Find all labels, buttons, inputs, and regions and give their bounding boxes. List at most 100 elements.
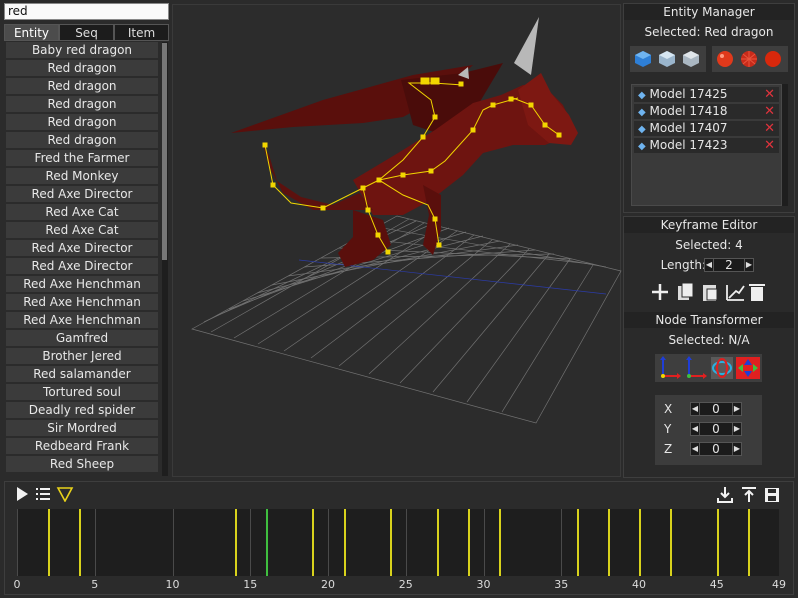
x-value[interactable]: 0 [700,402,732,416]
curve-graph-icon[interactable] [726,285,745,301]
entity-list-item[interactable]: Red Axe Director [6,258,158,274]
timeline-keyframe[interactable] [48,509,51,576]
model-list-scrollbar[interactable] [782,84,788,206]
cube-shaded-icon[interactable] [658,50,676,68]
timeline-keyframe[interactable] [79,509,82,576]
dragon-model[interactable] [231,17,578,267]
y-decrement-button[interactable]: ◀ [690,422,700,436]
entity-list-item[interactable]: Red dragon [6,114,158,130]
entity-list-item[interactable]: Red Axe Henchman [6,294,158,310]
remove-model-icon[interactable]: ✕ [764,87,775,102]
remove-model-icon[interactable]: ✕ [764,121,775,136]
entity-list-item[interactable]: Red dragon [6,132,158,148]
model-row[interactable]: ◆ Model 17423 ✕ [634,138,779,153]
model-row[interactable]: ◆ Model 17425 ✕ [634,87,779,102]
timeline-keyframe[interactable] [234,509,237,576]
entity-list: Baby red dragon Red dragon Red dragon Red d… [4,42,162,476]
import-icon[interactable] [717,487,733,503]
tab-item[interactable]: Item [114,24,169,41]
timeline-keyframe[interactable] [670,509,673,576]
entity-list-item[interactable]: Red dragon [6,60,158,76]
cube-wire-icon[interactable] [682,50,700,68]
timeline-keyframe[interactable] [312,509,315,576]
timeline-tick-label: 15 [243,578,258,591]
z-value[interactable]: 0 [700,442,732,456]
z-increment-button[interactable]: ▶ [732,442,742,456]
play-icon[interactable] [17,487,28,501]
timeline-keyframe[interactable] [265,509,268,576]
entity-list-item[interactable]: Sir Mordred [6,420,158,436]
list-icon[interactable] [36,488,50,500]
sphere-flat-icon[interactable] [764,50,782,68]
filter-icon[interactable] [56,487,74,502]
timeline-keyframe[interactable] [436,509,439,576]
save-icon[interactable] [765,488,779,502]
entity-list-item[interactable]: Baby red dragon [6,42,158,58]
entity-list-item[interactable]: Red Sheep [6,456,158,472]
rotate-gizmo-icon[interactable] [711,357,733,379]
remove-model-icon[interactable]: ✕ [764,138,775,153]
x-increment-button[interactable]: ▶ [732,402,742,416]
add-keyframe-icon[interactable] [652,284,668,300]
timeline-keyframe[interactable] [343,509,346,576]
length-stepper[interactable]: ◀ 2 ▶ [704,258,754,272]
z-stepper[interactable]: ◀ 0 ▶ [690,442,742,456]
timeline-keyframe[interactable] [390,509,393,576]
cube-solid-icon[interactable] [634,50,652,68]
3d-viewport[interactable] [172,4,622,477]
timeline-keyframe[interactable] [747,509,750,576]
entity-list-item[interactable]: Brother Jered [6,348,158,364]
y-increment-button[interactable]: ▶ [732,422,742,436]
timeline-track[interactable] [17,509,779,576]
search-input[interactable]: red [4,3,169,20]
tab-entity[interactable]: Entity [4,24,59,41]
entity-list-item[interactable]: Red Monkey [6,168,158,184]
paste-keyframe-icon[interactable] [703,285,718,301]
length-label: Length: [660,258,706,272]
length-decrement-button[interactable]: ◀ [704,258,714,272]
entity-list-item[interactable]: Red Axe Cat [6,204,158,220]
length-value[interactable]: 2 [714,258,744,272]
entity-manager-selected: Selected: Red dragon [644,25,774,39]
timeline-keyframe[interactable] [576,509,579,576]
timeline-keyframe[interactable] [639,509,642,576]
model-row[interactable]: ◆ Model 17418 ✕ [634,104,779,119]
scale-gizmo-icon[interactable] [736,357,760,379]
entity-list-item[interactable]: Redbeard Frank [6,438,158,454]
entity-list-item[interactable]: Red Axe Director [6,240,158,256]
entity-list-item[interactable]: Red Axe Cat [6,222,158,238]
entity-list-item[interactable]: Red Axe Henchman [6,312,158,328]
entity-list-item[interactable]: Fred the Farmer [6,150,158,166]
entity-list-item[interactable]: Red salamander [6,366,158,382]
timeline-tick-label: 35 [554,578,569,591]
local-axes-icon[interactable] [686,356,707,379]
timeline-keyframe[interactable] [467,509,470,576]
duplicate-keyframe-icon[interactable] [678,282,694,300]
entity-list-item[interactable]: Red Axe Director [6,186,158,202]
timeline-tick-label: 10 [165,578,180,591]
entity-list-item[interactable]: Tortured soul [6,384,158,400]
z-decrement-button[interactable]: ◀ [690,442,700,456]
translate-axes-icon[interactable] [660,356,681,379]
remove-model-icon[interactable]: ✕ [764,104,775,119]
entity-list-item[interactable]: Red dragon [6,78,158,94]
export-icon[interactable] [742,487,756,502]
entity-list-item[interactable]: Red dragon [6,96,158,112]
entity-list-scroll-thumb[interactable] [162,43,167,260]
x-decrement-button[interactable]: ◀ [690,402,700,416]
timeline-keyframe[interactable] [607,509,610,576]
delete-keyframe-icon[interactable] [749,284,765,301]
timeline-keyframe[interactable] [716,509,719,576]
x-stepper[interactable]: ◀ 0 ▶ [690,402,742,416]
sphere-faceted-icon[interactable] [740,50,758,68]
model-row[interactable]: ◆ Model 17407 ✕ [634,121,779,136]
sphere-smooth-icon[interactable] [716,50,734,68]
entity-list-item[interactable]: Deadly red spider [6,402,158,418]
timeline-keyframe[interactable] [499,509,502,576]
y-stepper[interactable]: ◀ 0 ▶ [690,422,742,436]
length-increment-button[interactable]: ▶ [744,258,754,272]
tab-seq[interactable]: Seq [59,24,114,41]
entity-list-item[interactable]: Gamfred [6,330,158,346]
entity-list-item[interactable]: Red Axe Henchman [6,276,158,292]
y-value[interactable]: 0 [700,422,732,436]
